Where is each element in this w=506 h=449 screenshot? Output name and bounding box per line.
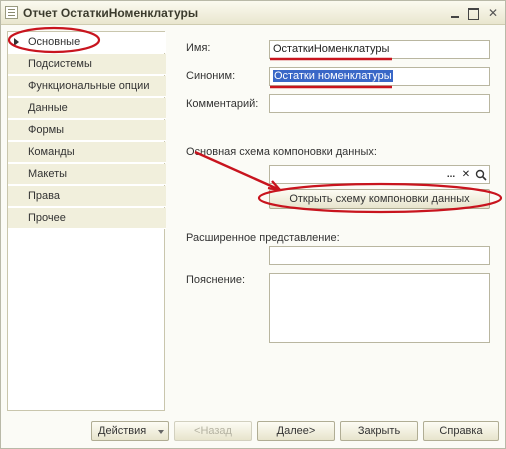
comment-label: Комментарий: — [186, 98, 259, 110]
nav-item-label: Функциональные опции — [28, 80, 150, 92]
nav-item-subsystems[interactable]: Подсистемы — [8, 54, 166, 75]
nav-item-label: Прочее — [28, 212, 66, 224]
nav-item-label: Формы — [28, 124, 65, 136]
nav-item-rights[interactable]: Права — [8, 186, 166, 207]
report-properties-window: Отчет ОстаткиНоменклатуры ✕ Основные Под… — [0, 0, 506, 449]
close-button[interactable]: Закрыть — [340, 421, 418, 441]
open-schema-button[interactable]: Открыть схему компоновки данных — [269, 189, 490, 209]
actions-button[interactable]: Действия — [91, 421, 169, 441]
select-button[interactable]: ... — [444, 167, 458, 183]
nav-item-label: Основные — [28, 36, 81, 48]
help-button[interactable]: Справка — [423, 421, 499, 441]
report-icon — [5, 6, 18, 19]
comment-field[interactable] — [269, 94, 490, 113]
name-label: Имя: — [186, 42, 211, 54]
nav-item-data[interactable]: Данные — [8, 98, 166, 119]
property-sections-nav: Основные Подсистемы Функциональные опции… — [7, 31, 166, 411]
nav-item-basic[interactable]: Основные — [8, 32, 166, 53]
name-field[interactable]: ОстаткиНоменклатуры — [269, 40, 490, 59]
search-icon[interactable] — [474, 167, 488, 183]
nav-item-label: Команды — [28, 146, 75, 158]
synonym-label: Синоним: — [186, 70, 236, 82]
actions-label: Действия — [98, 425, 147, 437]
chevron-down-icon — [158, 430, 164, 434]
explanation-field[interactable] — [269, 273, 490, 343]
extended-presentation-label: Расширенное представление: — [186, 232, 340, 244]
next-button[interactable]: Далее> — [257, 421, 335, 441]
maximize-icon[interactable] — [466, 6, 480, 20]
explanation-label: Пояснение: — [186, 274, 246, 286]
nav-item-functional-options[interactable]: Функциональные опции — [8, 76, 166, 97]
nav-item-label: Макеты — [28, 168, 68, 180]
nav-item-forms[interactable]: Формы — [8, 120, 166, 141]
selected-arrow-icon — [14, 38, 19, 46]
close-icon[interactable]: ✕ — [486, 6, 500, 20]
window-title: Отчет ОстаткиНоменклатуры — [23, 6, 199, 20]
title-bar[interactable]: Отчет ОстаткиНоменклатуры ✕ — [1, 1, 505, 25]
nav-item-templates[interactable]: Макеты — [8, 164, 166, 185]
nav-item-label: Данные — [28, 102, 68, 114]
nav-item-commands[interactable]: Команды — [8, 142, 166, 163]
nav-item-other[interactable]: Прочее — [8, 208, 166, 229]
synonym-field[interactable]: Остатки номенклатуры — [269, 67, 490, 86]
nav-item-label: Подсистемы — [28, 58, 92, 70]
nav-item-label: Права — [28, 190, 60, 202]
extended-presentation-field[interactable] — [269, 246, 490, 265]
clear-icon[interactable]: ✕ — [459, 167, 473, 183]
minimize-icon[interactable] — [448, 6, 462, 20]
schema-label: Основная схема компоновки данных: — [186, 146, 377, 158]
synonym-selected-text: Остатки номенклатуры — [273, 70, 393, 82]
back-button[interactable]: <Назад — [174, 421, 252, 441]
